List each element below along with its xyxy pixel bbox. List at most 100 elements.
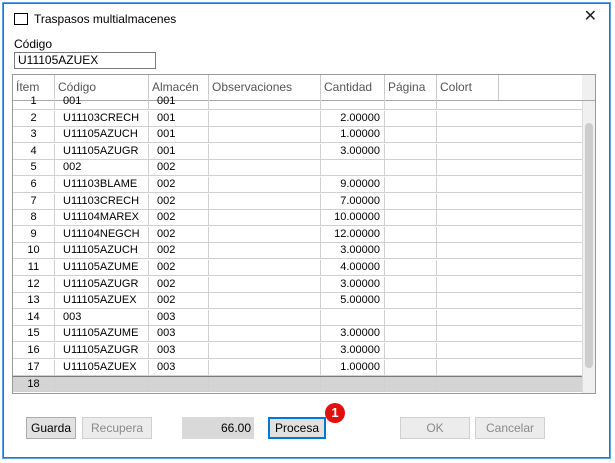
cell-colort[interactable] <box>437 94 583 109</box>
cell-observaciones[interactable] <box>209 110 321 126</box>
cell-almacen[interactable]: 002 <box>149 210 209 226</box>
cell-cantidad[interactable]: 9.00000 <box>321 177 385 192</box>
cell-almacen[interactable]: 002 <box>149 293 209 309</box>
cell-codigo[interactable]: 003 <box>55 309 149 325</box>
procesa-button[interactable]: Procesa <box>268 417 326 439</box>
table-row[interactable]: 13 U11105AZUEX 002 5.00000 <box>13 293 583 310</box>
recupera-button[interactable]: Recupera <box>82 417 152 439</box>
cell-almacen[interactable]: 002 <box>149 243 209 259</box>
cell-cantidad[interactable]: 5.00000 <box>321 293 385 309</box>
cell-pagina[interactable] <box>385 377 437 393</box>
cell-pagina[interactable] <box>385 359 437 375</box>
cell-item[interactable]: 15 <box>13 326 55 342</box>
cell-codigo[interactable]: U11105AZUME <box>55 260 149 275</box>
cell-observaciones[interactable] <box>209 309 321 325</box>
cell-cantidad[interactable]: 3.00000 <box>321 143 385 159</box>
cell-almacen[interactable]: 003 <box>149 359 209 375</box>
ok-button[interactable]: OK <box>400 417 470 439</box>
cell-almacen[interactable]: 001 <box>149 94 209 109</box>
cell-colort[interactable] <box>437 360 583 375</box>
cell-observaciones[interactable] <box>209 160 321 176</box>
cell-almacen[interactable]: 001 <box>149 110 209 126</box>
cell-observaciones[interactable] <box>209 359 321 375</box>
cell-colort[interactable] <box>437 343 583 358</box>
table-row[interactable]: 16 U11105AZUGR 003 3.00000 <box>13 343 583 359</box>
cell-cantidad[interactable] <box>321 309 385 325</box>
cell-cantidad[interactable]: 7.00000 <box>321 193 385 209</box>
cell-colort[interactable] <box>437 260 583 275</box>
cell-item[interactable]: 7 <box>13 193 55 209</box>
cell-item[interactable]: 16 <box>13 343 55 358</box>
cell-item[interactable]: 18 <box>13 377 55 393</box>
table-row[interactable]: 2 U11103CRECH 001 2.00000 <box>13 110 583 127</box>
cell-almacen[interactable]: 002 <box>149 193 209 209</box>
table-row[interactable]: 15 U11105AZUME 003 3.00000 <box>13 326 583 343</box>
cell-pagina[interactable] <box>385 193 437 209</box>
cell-almacen[interactable]: 002 <box>149 260 209 275</box>
cell-observaciones[interactable] <box>209 343 321 358</box>
table-row[interactable]: 10 U11105AZUCH 002 3.00000 <box>13 243 583 260</box>
cell-almacen[interactable] <box>149 377 209 393</box>
scrollbar-thumb[interactable] <box>585 123 593 368</box>
cell-codigo[interactable]: U11105AZUGR <box>55 276 149 292</box>
cell-pagina[interactable] <box>385 243 437 259</box>
cell-codigo[interactable]: U11103BLAME <box>55 177 149 192</box>
cell-item[interactable]: 6 <box>13 177 55 192</box>
cell-observaciones[interactable] <box>209 326 321 342</box>
cell-colort[interactable] <box>437 144 583 159</box>
table-row[interactable]: 3 U11105AZUCH 001 1.00000 <box>13 127 583 144</box>
cell-colort[interactable] <box>437 326 583 341</box>
cell-colort[interactable] <box>437 210 583 225</box>
cell-colort[interactable] <box>437 160 583 175</box>
cell-item[interactable]: 14 <box>13 309 55 325</box>
cell-pagina[interactable] <box>385 177 437 192</box>
table-row[interactable]: 4 U11105AZUGR 001 3.00000 <box>13 143 583 160</box>
codigo-input[interactable]: U11105AZUEX <box>14 52 156 69</box>
cell-almacen[interactable]: 002 <box>149 276 209 292</box>
cell-item[interactable]: 13 <box>13 293 55 309</box>
table-row[interactable]: 1 001 001 <box>13 94 583 110</box>
cell-colort[interactable] <box>437 293 583 308</box>
cell-item[interactable]: 5 <box>13 160 55 176</box>
cell-pagina[interactable] <box>385 94 437 109</box>
cell-pagina[interactable] <box>385 127 437 143</box>
cell-cantidad[interactable] <box>321 94 385 109</box>
cell-almacen[interactable]: 003 <box>149 343 209 358</box>
cell-colort[interactable] <box>437 177 583 192</box>
cell-almacen[interactable]: 001 <box>149 127 209 143</box>
cell-cantidad[interactable]: 12.00000 <box>321 226 385 242</box>
cell-pagina[interactable] <box>385 260 437 275</box>
cell-item[interactable]: 10 <box>13 243 55 259</box>
cell-cantidad[interactable]: 2.00000 <box>321 110 385 126</box>
cell-cantidad[interactable]: 1.00000 <box>321 359 385 375</box>
cell-codigo[interactable] <box>55 377 149 393</box>
cell-observaciones[interactable] <box>209 210 321 226</box>
cell-item[interactable]: 1 <box>13 94 55 109</box>
cell-item[interactable]: 4 <box>13 143 55 159</box>
cell-pagina[interactable] <box>385 326 437 342</box>
cell-observaciones[interactable] <box>209 127 321 143</box>
cell-codigo[interactable]: U11105AZUGR <box>55 343 149 358</box>
vertical-scrollbar[interactable] <box>582 101 595 393</box>
cell-almacen[interactable]: 002 <box>149 226 209 242</box>
cell-cantidad[interactable]: 3.00000 <box>321 343 385 358</box>
table-row[interactable]: 5 002 002 <box>13 160 583 177</box>
cell-codigo[interactable]: U11105AZUME <box>55 326 149 342</box>
table-row[interactable]: 18 <box>13 376 583 393</box>
cell-colort[interactable] <box>437 377 583 392</box>
cell-observaciones[interactable] <box>209 377 321 393</box>
cell-pagina[interactable] <box>385 276 437 292</box>
cell-item[interactable]: 12 <box>13 276 55 292</box>
cell-codigo[interactable]: U11103CRECH <box>55 110 149 126</box>
cell-pagina[interactable] <box>385 210 437 226</box>
cell-observaciones[interactable] <box>209 143 321 159</box>
table-row[interactable]: 6 U11103BLAME 002 9.00000 <box>13 177 583 193</box>
cell-pagina[interactable] <box>385 160 437 176</box>
cell-cantidad[interactable]: 3.00000 <box>321 326 385 342</box>
cell-pagina[interactable] <box>385 293 437 309</box>
cell-codigo[interactable]: U11105AZUEX <box>55 293 149 309</box>
cell-observaciones[interactable] <box>209 226 321 242</box>
cell-colort[interactable] <box>437 277 583 292</box>
cell-item[interactable]: 11 <box>13 260 55 275</box>
table-row[interactable]: 9 U11104NEGCH 002 12.00000 <box>13 226 583 243</box>
